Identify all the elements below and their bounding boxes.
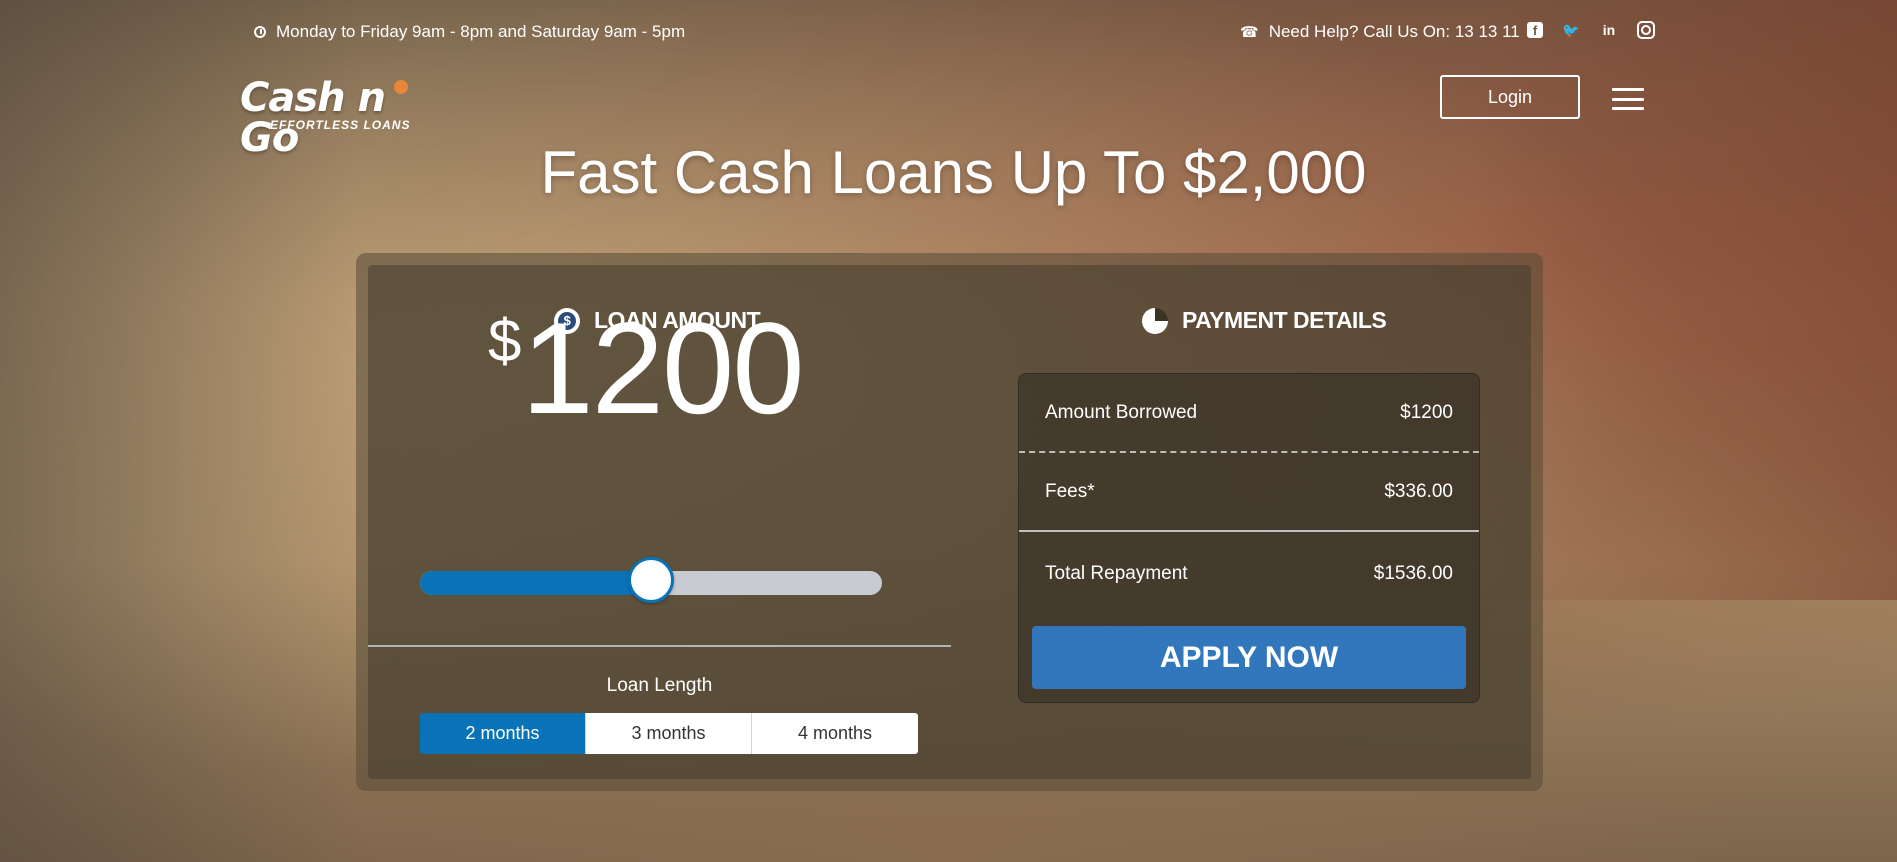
hamburger-menu-icon[interactable]	[1612, 88, 1644, 110]
payment-details-panel: Amount Borrowed $1200 Fees* $336.00 Tota…	[1018, 373, 1480, 703]
linkedin-icon[interactable]: in	[1599, 20, 1619, 40]
loan-amount-value: 1200	[521, 295, 804, 441]
logo[interactable]: Cash n Go EFFORTLESS LOANS	[240, 78, 450, 158]
clock-icon	[254, 26, 266, 38]
amount-borrowed-value: $1200	[1400, 401, 1453, 423]
facebook-icon[interactable]: f	[1527, 22, 1543, 38]
instagram-icon[interactable]	[1637, 21, 1655, 39]
amount-borrowed-label: Amount Borrowed	[1045, 401, 1198, 423]
loan-amount-display: $ 1200	[488, 295, 805, 441]
pie-chart-icon	[1142, 307, 1168, 334]
login-button[interactable]: Login	[1440, 75, 1580, 119]
amount-borrowed-row: Amount Borrowed $1200	[1019, 374, 1479, 453]
apply-now-button[interactable]: APPLY NOW	[1032, 626, 1466, 689]
hero-title: Fast Cash Loans Up To $2,000	[540, 139, 1367, 206]
payment-details-heading: PAYMENT DETAILS	[1142, 307, 1387, 334]
loan-length-label: Loan Length	[606, 675, 713, 696]
top-bar: Monday to Friday 9am - 8pm and Saturday …	[0, 18, 1897, 48]
business-hours-text: Monday to Friday 9am - 8pm and Saturday …	[276, 22, 686, 41]
social-links: f 🐦 in	[1527, 20, 1655, 40]
loan-calculator-panel: $ LOAN AMOUNT $ 1200 Loan Length 2 month…	[368, 265, 1531, 779]
help-contact[interactable]: ☎ Need Help? Call Us On: 13 13 11	[1240, 22, 1520, 42]
slider-fill	[420, 571, 651, 595]
menu-bar	[1612, 97, 1644, 101]
logo-tagline: EFFORTLESS LOANS	[270, 118, 411, 132]
slider-handle[interactable]	[628, 557, 674, 603]
currency-symbol: $	[488, 307, 522, 374]
loan-calculator: $ LOAN AMOUNT $ 1200 Loan Length 2 month…	[356, 253, 1543, 791]
help-contact-text: Need Help? Call Us On: 13 13 11	[1268, 22, 1520, 41]
twitter-icon[interactable]: 🐦	[1561, 20, 1581, 40]
loan-length-selector: 2 months 3 months 4 months	[420, 713, 918, 754]
divider	[368, 645, 951, 647]
fees-label: Fees*	[1045, 480, 1095, 502]
total-repayment-value: $1536.00	[1373, 562, 1453, 584]
menu-bar	[1612, 88, 1644, 91]
loan-length-option-4-months[interactable]: 4 months	[752, 713, 918, 754]
loan-length-option-2-months[interactable]: 2 months	[420, 713, 586, 754]
fees-value: $336.00	[1384, 480, 1453, 502]
business-hours: Monday to Friday 9am - 8pm and Saturday …	[254, 22, 685, 42]
total-repayment-label: Total Repayment	[1045, 562, 1188, 584]
payment-details-title: PAYMENT DETAILS	[1182, 307, 1387, 333]
loan-length-option-3-months[interactable]: 3 months	[586, 713, 752, 754]
total-repayment-row: Total Repayment $1536.00	[1019, 534, 1479, 613]
phone-icon: ☎	[1240, 24, 1259, 41]
menu-bar	[1612, 107, 1644, 110]
loan-amount-slider[interactable]	[420, 557, 882, 603]
logo-accent-dot	[394, 80, 408, 94]
fees-row: Fees* $336.00	[1019, 453, 1479, 532]
